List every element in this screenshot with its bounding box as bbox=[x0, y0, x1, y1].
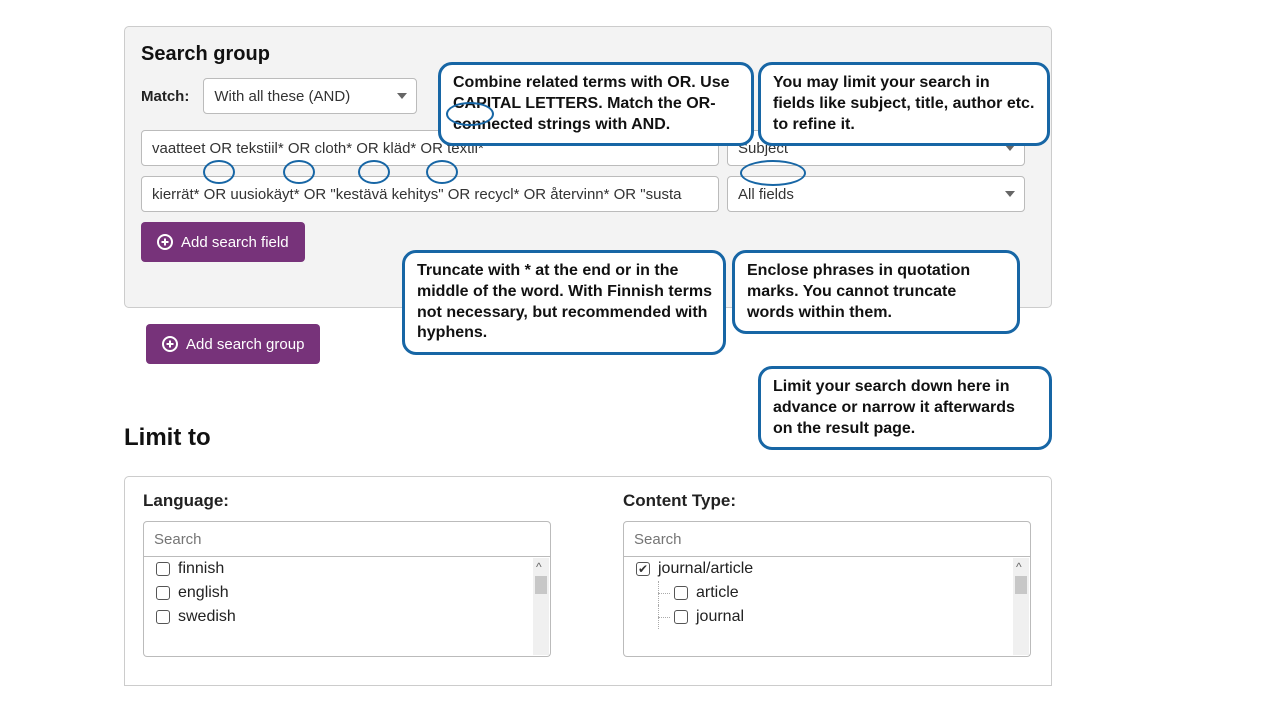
callout-truncate: Truncate with * at the end or in the mid… bbox=[402, 250, 726, 355]
language-search-input[interactable] bbox=[143, 521, 551, 557]
add-search-group-label: Add search group bbox=[186, 336, 304, 353]
scroll-thumb[interactable] bbox=[535, 576, 547, 594]
checkbox-icon[interactable] bbox=[156, 610, 170, 624]
callout-combine-or: Combine related terms with OR. Use CAPIT… bbox=[438, 62, 754, 146]
language-label: Language: bbox=[143, 491, 551, 511]
query-input-2[interactable] bbox=[141, 176, 719, 212]
content-type-listbox[interactable]: ✔ journal/article article journal ^ bbox=[623, 557, 1031, 657]
content-type-option: article bbox=[696, 584, 739, 602]
checkbox-icon[interactable] bbox=[674, 586, 688, 600]
limit-to-heading: Limit to bbox=[124, 424, 211, 452]
list-item[interactable]: journal bbox=[624, 605, 1030, 629]
scroll-thumb[interactable] bbox=[1015, 576, 1027, 594]
content-type-label: Content Type: bbox=[623, 491, 1031, 511]
content-type-option: journal bbox=[696, 608, 744, 626]
plus-circle-icon bbox=[162, 336, 178, 352]
content-type-option: journal/article bbox=[658, 560, 753, 578]
list-item[interactable]: finnish bbox=[144, 557, 550, 581]
match-select[interactable]: With all these (AND) bbox=[203, 78, 417, 114]
checkbox-icon[interactable] bbox=[156, 562, 170, 576]
language-option: english bbox=[178, 584, 229, 602]
checkbox-icon[interactable] bbox=[156, 586, 170, 600]
field-select-2[interactable]: All fields bbox=[727, 176, 1025, 212]
checkbox-checked-icon[interactable]: ✔ bbox=[636, 562, 650, 576]
add-search-group-button[interactable]: Add search group bbox=[146, 324, 320, 364]
checkbox-icon[interactable] bbox=[674, 610, 688, 624]
plus-circle-icon bbox=[157, 234, 173, 250]
scroll-up-icon[interactable]: ^ bbox=[1016, 560, 1022, 574]
limit-panel: Language: finnish english swedish ^ bbox=[124, 476, 1052, 686]
add-search-field-button[interactable]: Add search field bbox=[141, 222, 305, 262]
callout-limit-below: Limit your search down here in advance o… bbox=[758, 366, 1052, 450]
scrollbar[interactable]: ^ bbox=[1013, 558, 1029, 655]
list-item[interactable]: swedish bbox=[144, 605, 550, 629]
scrollbar[interactable]: ^ bbox=[533, 558, 549, 655]
callout-phrases: Enclose phrases in quotation marks. You … bbox=[732, 250, 1020, 334]
language-listbox[interactable]: finnish english swedish ^ bbox=[143, 557, 551, 657]
language-column: Language: finnish english swedish ^ bbox=[143, 491, 551, 657]
list-item[interactable]: ✔ journal/article bbox=[624, 557, 1030, 581]
language-option: finnish bbox=[178, 560, 224, 578]
match-label: Match: bbox=[141, 88, 189, 105]
search-row-2: All fields bbox=[141, 176, 1035, 212]
content-type-column: Content Type: ✔ journal/article article … bbox=[623, 491, 1031, 657]
language-option: swedish bbox=[178, 608, 236, 626]
callout-limit-fields: You may limit your search in fields like… bbox=[758, 62, 1050, 146]
add-search-field-label: Add search field bbox=[181, 234, 289, 251]
list-item[interactable]: english bbox=[144, 581, 550, 605]
content-type-search-input[interactable] bbox=[623, 521, 1031, 557]
list-item[interactable]: article bbox=[624, 581, 1030, 605]
scroll-up-icon[interactable]: ^ bbox=[536, 560, 542, 574]
